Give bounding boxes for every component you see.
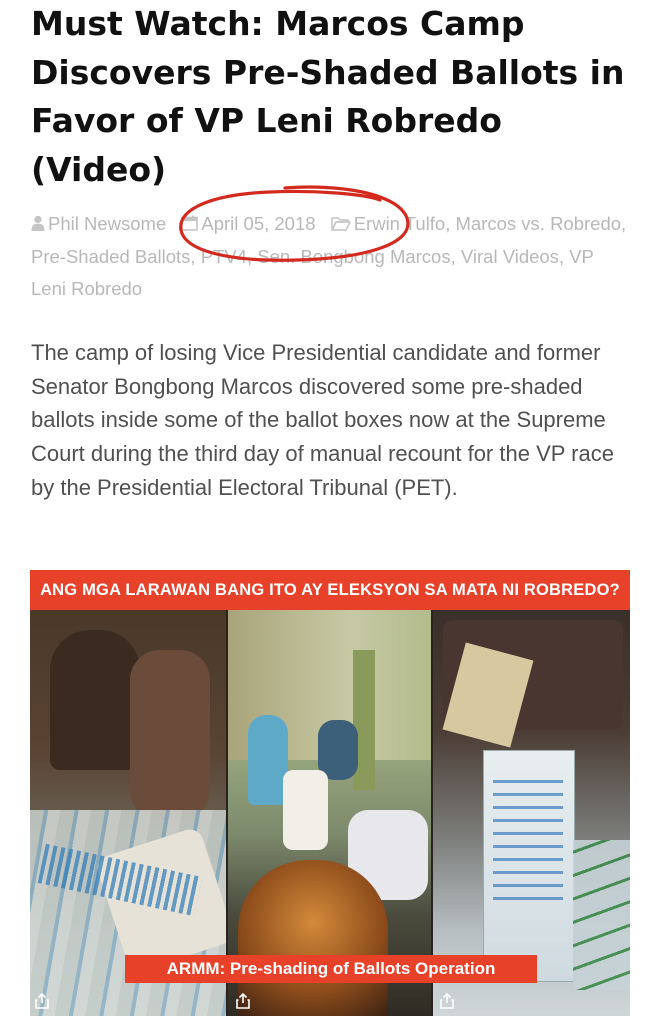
- author-link[interactable]: Phil Newsome: [48, 213, 166, 234]
- share-icon[interactable]: [236, 993, 250, 1009]
- share-icon[interactable]: [35, 993, 49, 1009]
- tag-link[interactable]: Pre-Shaded Ballots: [31, 246, 190, 267]
- tag-link[interactable]: PTV4: [201, 246, 247, 267]
- article-title: Must Watch: Marcos Camp Discovers Pre-Sh…: [31, 4, 625, 189]
- publish-date: April 05, 2018: [201, 213, 316, 234]
- image-banner: ANG MGA LARAWAN BANG ITO AY ELEKSYON SA …: [30, 570, 630, 610]
- article-meta: Phil Newsome April 05, 2018 Erwin Tulfo,…: [31, 208, 631, 306]
- image-caption: ARMM: Pre-shading of Ballots Operation: [125, 955, 537, 983]
- article-image: ANG MGA LARAWAN BANG ITO AY ELEKSYON SA …: [30, 570, 630, 1016]
- tag-link[interactable]: Erwin Tulfo: [354, 213, 446, 234]
- tag-link[interactable]: Viral Videos: [461, 246, 559, 267]
- date-meta: April 05, 2018: [181, 213, 320, 234]
- tag-link[interactable]: Marcos vs. Robredo: [456, 213, 622, 234]
- author-meta[interactable]: Phil Newsome: [31, 213, 171, 234]
- tag-link[interactable]: Sen. Bongbong Marcos: [257, 246, 450, 267]
- calendar-icon: [181, 215, 199, 231]
- share-icon[interactable]: [440, 993, 454, 1009]
- article-body: The camp of losing Vice Presidential can…: [31, 340, 614, 500]
- folder-icon: [330, 217, 351, 231]
- user-icon: [31, 215, 45, 231]
